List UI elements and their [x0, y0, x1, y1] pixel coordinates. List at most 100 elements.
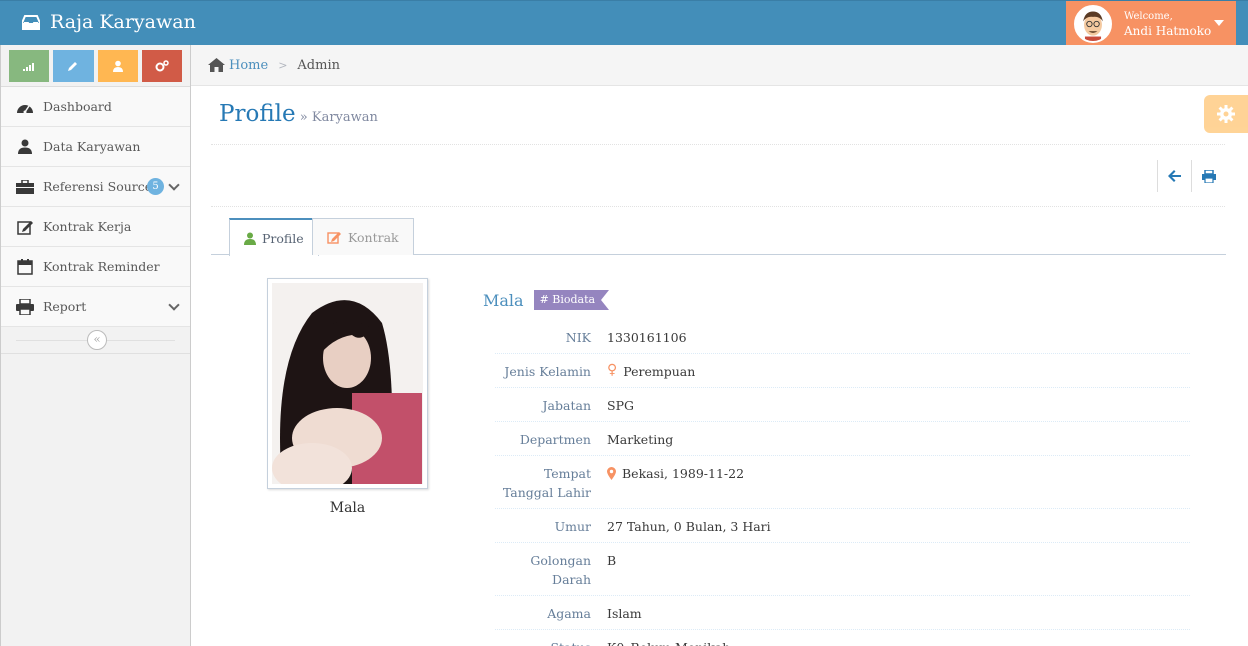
navbar: Raja Karyawan Welcome, Andi Hatmoko [0, 0, 1248, 46]
breadcrumb: Home > Admin [191, 45, 1248, 86]
field-value: Bekasi, 1989-11-22 [622, 466, 745, 481]
table-row: NIK 1330161106 [495, 320, 1190, 354]
sidebar-item-data-karyawan[interactable]: Data Karyawan [1, 127, 190, 167]
cogs-icon [155, 60, 169, 72]
field-value: B [607, 553, 617, 568]
user-name: Andi Hatmoko [1124, 23, 1212, 38]
calendar-icon [15, 257, 35, 277]
field-label: Jabatan [542, 398, 591, 413]
biodata-header: Mala # Biodata [483, 290, 610, 310]
sidebar-item-kontrak-reminder[interactable]: Kontrak Reminder [1, 247, 190, 287]
table-row: Tempat Tanggal Lahir Bekasi, 1989-11-22 [495, 456, 1190, 509]
brand[interactable]: Raja Karyawan [22, 11, 196, 33]
sidebar-item-dashboard[interactable]: Dashboard [1, 87, 190, 127]
field-value: 1330161106 [607, 330, 687, 345]
map-marker-icon [607, 467, 616, 480]
field-value: 27 Tahun, 0 Bulan, 3 Hari [607, 519, 771, 534]
table-row: Jenis Kelamin ♀ Perempuan [495, 354, 1190, 388]
tab-label: Kontrak [348, 229, 399, 245]
profile-photo-frame [267, 278, 428, 489]
shortcut-pencil-button[interactable] [53, 50, 94, 82]
sidebar-item-label: Data Karyawan [43, 139, 141, 154]
field-value: SPG [607, 398, 634, 413]
print-icon [15, 297, 35, 317]
user-icon [112, 60, 123, 72]
signal-icon [23, 63, 35, 71]
arrow-left-icon [1168, 170, 1181, 182]
field-label: NIK [565, 330, 591, 345]
field-label: Golongan Darah [530, 553, 591, 587]
pencil-icon [68, 62, 78, 71]
profile-photo [272, 283, 423, 484]
print-icon [1201, 169, 1216, 183]
page-subtitle: » Karyawan [299, 110, 378, 125]
user-icon [244, 232, 256, 245]
caret-down-icon [1214, 20, 1224, 26]
field-value: Islam [607, 606, 642, 621]
breadcrumb-separator-icon: > [278, 58, 288, 72]
chevron-down-icon[interactable] [168, 299, 180, 311]
home-icon [208, 58, 225, 72]
settings-button[interactable] [1204, 95, 1248, 133]
table-row: Departmen Marketing [495, 422, 1190, 456]
field-value: K0_Belum Menikah [607, 638, 730, 646]
sidebar-item-label: Referensi Source [43, 179, 153, 194]
gear-icon [1217, 105, 1235, 123]
sidebar-item-label: Report [43, 299, 87, 314]
back-button[interactable] [1157, 160, 1191, 192]
table-row: Umur 27 Tahun, 0 Bulan, 3 Hari [495, 509, 1190, 543]
user-icon [15, 137, 35, 157]
print-button[interactable] [1191, 160, 1225, 192]
page-title: Profile [219, 101, 296, 127]
field-value: Perempuan [623, 364, 696, 379]
sidebar-collapse: « [1, 327, 190, 354]
briefcase-icon [15, 177, 35, 197]
table-row: Status K0_Belum Menikah [495, 630, 1190, 646]
sidebar-item-label: Kontrak Kerja [43, 219, 132, 234]
field-label: Departmen [519, 432, 591, 447]
table-row: Jabatan SPG [495, 388, 1190, 422]
breadcrumb-current: Admin [297, 57, 340, 73]
biodata-ribbon: # Biodata [533, 290, 610, 310]
edit-icon [15, 217, 35, 237]
field-value: Marketing [607, 432, 674, 447]
tab-label: Profile [262, 230, 304, 246]
app-title: Raja Karyawan [50, 11, 196, 33]
photo-caption: Mala [329, 500, 366, 516]
sidebar-item-label: Kontrak Reminder [43, 259, 160, 274]
user-avatar [1074, 4, 1112, 43]
female-icon: ♀ [607, 362, 618, 378]
employee-name: Mala [483, 290, 524, 310]
double-angle-left-icon[interactable]: « [87, 330, 107, 350]
biodata-table: NIK 1330161106 Jenis Kelamin ♀ Perempuan… [495, 320, 1190, 646]
table-row: Golongan Darah B [495, 543, 1190, 596]
sidebar: Dashboard Data Karyawan Referensi Source… [0, 45, 191, 646]
sidebar-item-kontrak-kerja[interactable]: Kontrak Kerja [1, 207, 190, 247]
field-label: Agama [547, 606, 591, 621]
tab-kontrak[interactable]: Kontrak [312, 218, 414, 255]
table-row: Agama Islam [495, 596, 1190, 630]
page-header: Profile » Karyawan [211, 87, 1225, 145]
profile-toolbar [211, 146, 1225, 207]
sidebar-item-referensi-source[interactable]: Referensi Source 5 [1, 167, 190, 207]
welcome-text: Welcome, [1124, 10, 1173, 22]
shortcut-user-button[interactable] [97, 50, 138, 82]
field-label: Status [495, 630, 601, 646]
shortcut-signal-button[interactable] [9, 50, 50, 82]
count-badge: 5 [147, 178, 164, 195]
shortcut-cogs-button[interactable] [141, 50, 182, 82]
profile-tabs: Profile Kontrak [211, 218, 1226, 256]
chevron-down-icon[interactable] [168, 179, 180, 191]
breadcrumb-home-label: Home [229, 57, 269, 73]
field-label: Tempat Tanggal Lahir [502, 466, 591, 500]
field-label: Umur [554, 519, 591, 534]
sidebar-item-label: Dashboard [43, 99, 112, 114]
edit-icon [327, 230, 342, 244]
tab-profile[interactable]: Profile [229, 218, 319, 256]
inbox-icon [22, 14, 40, 30]
sidebar-shortcuts [1, 45, 190, 87]
field-label: Jenis Kelamin [504, 364, 591, 379]
breadcrumb-home[interactable]: Home [208, 58, 268, 73]
sidebar-item-report[interactable]: Report [1, 287, 190, 327]
user-menu[interactable]: Welcome, Andi Hatmoko [1066, 1, 1236, 46]
